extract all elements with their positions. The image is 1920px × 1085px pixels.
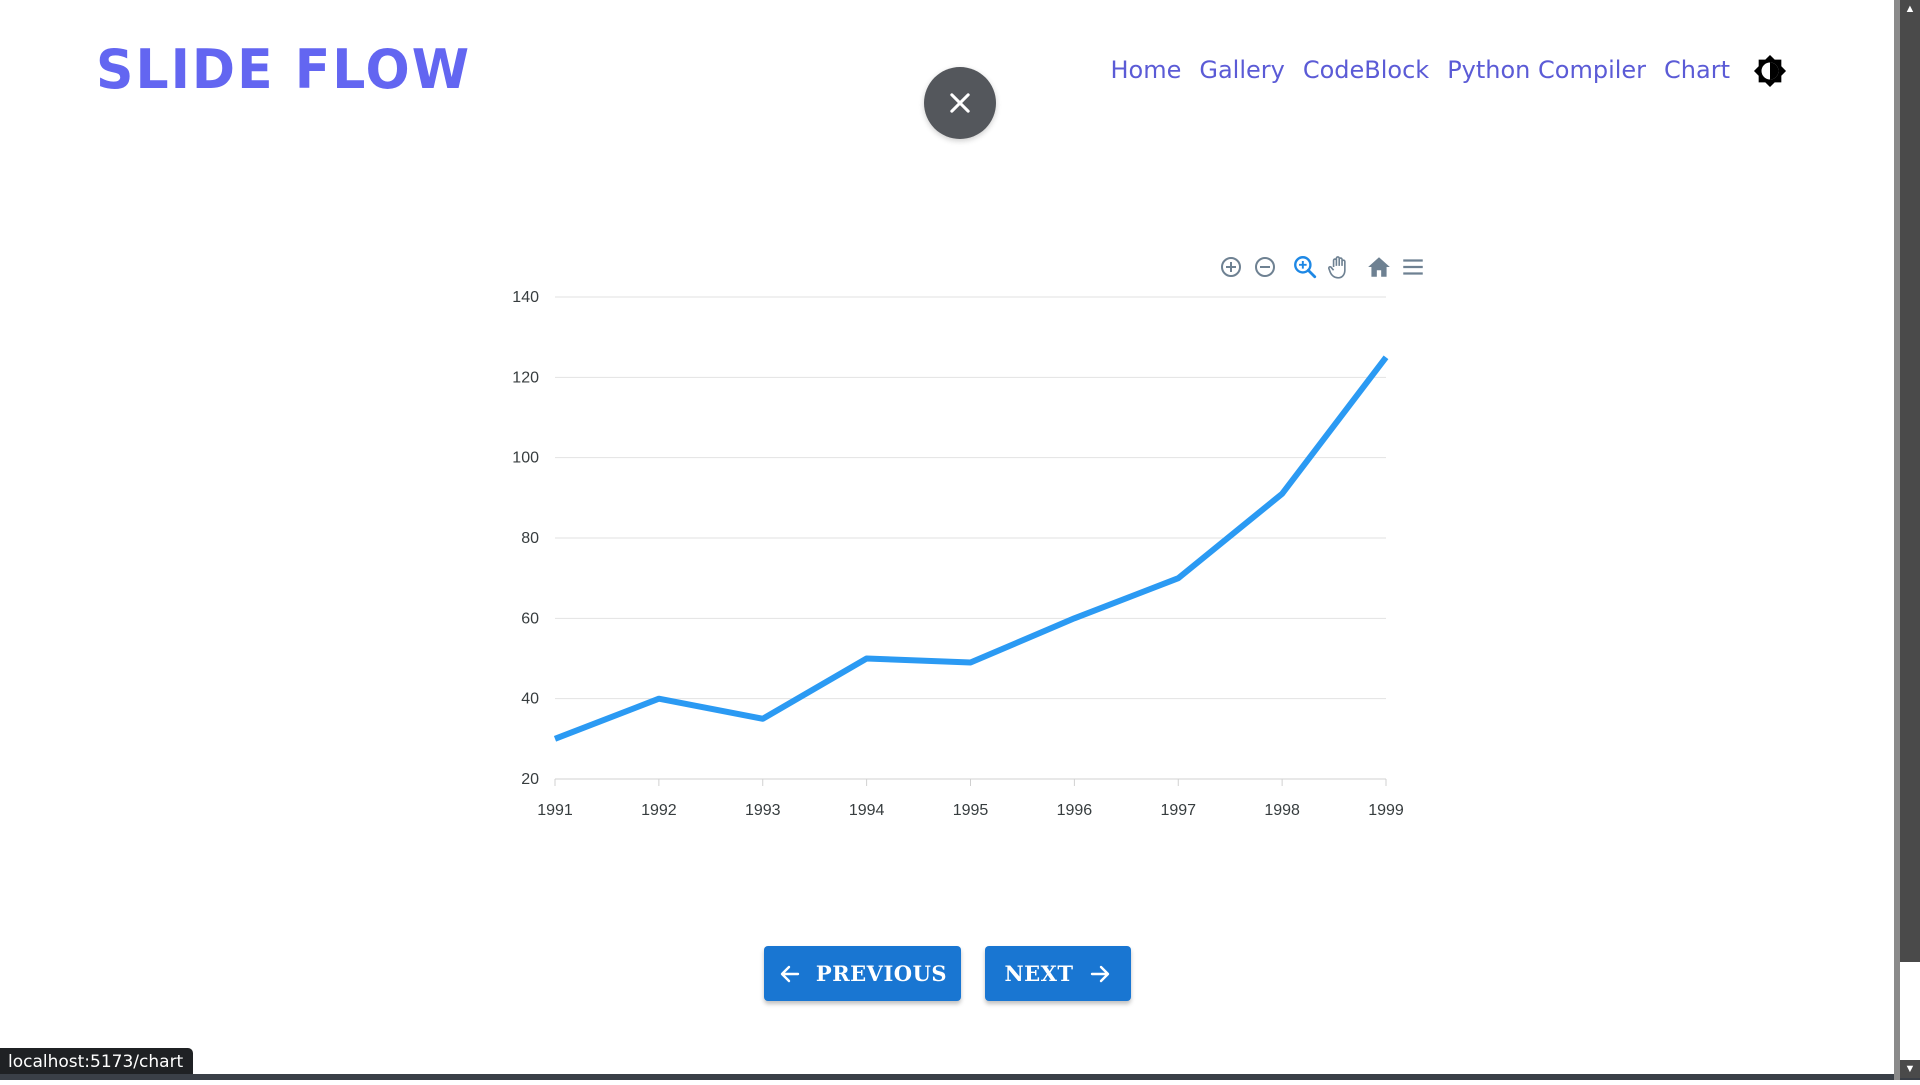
- x-tick-label: 1996: [1057, 802, 1093, 819]
- x-tick-label: 1992: [641, 802, 677, 819]
- x-tick-label: 1994: [849, 802, 885, 819]
- y-tick-label: 120: [512, 369, 539, 386]
- x-tick-label: 1993: [745, 802, 781, 819]
- next-label: NEXT: [1004, 961, 1073, 986]
- x-tick-label: 1998: [1264, 802, 1300, 819]
- y-tick-label: 140: [512, 289, 539, 306]
- y-tick-label: 100: [512, 450, 539, 467]
- bottom-bar: [0, 1074, 1920, 1080]
- next-button[interactable]: NEXT: [985, 946, 1131, 1001]
- status-url: localhost:5173/chart: [0, 1048, 193, 1075]
- y-tick-label: 40: [521, 691, 539, 708]
- previous-label: PREVIOUS: [816, 961, 947, 986]
- scroll-down-arrow[interactable]: ▼: [1900, 1060, 1920, 1078]
- y-tick-label: 80: [521, 530, 539, 547]
- arrow-right-icon: [1088, 962, 1112, 986]
- previous-button[interactable]: PREVIOUS: [764, 946, 961, 1001]
- x-tick-label: 1991: [537, 802, 573, 819]
- series-line: [555, 357, 1386, 739]
- scrollbar-thumb[interactable]: [1900, 0, 1920, 962]
- y-tick-label: 60: [521, 610, 539, 627]
- x-tick-label: 1999: [1368, 802, 1404, 819]
- x-tick-label: 1997: [1160, 802, 1196, 819]
- chart-svg: 20 40 60 80 100 120 140 1991 1992 1993 1994 1995 199…: [0, 0, 1920, 1080]
- arrow-left-icon: [778, 962, 802, 986]
- x-tick-label: 1995: [953, 802, 989, 819]
- line-chart: 20 40 60 80 100 120 140 1991 1992 1993 1994 1995 199…: [0, 0, 1920, 1080]
- scroll-up-arrow[interactable]: ▲: [1900, 0, 1920, 18]
- y-tick-label: 20: [521, 771, 539, 788]
